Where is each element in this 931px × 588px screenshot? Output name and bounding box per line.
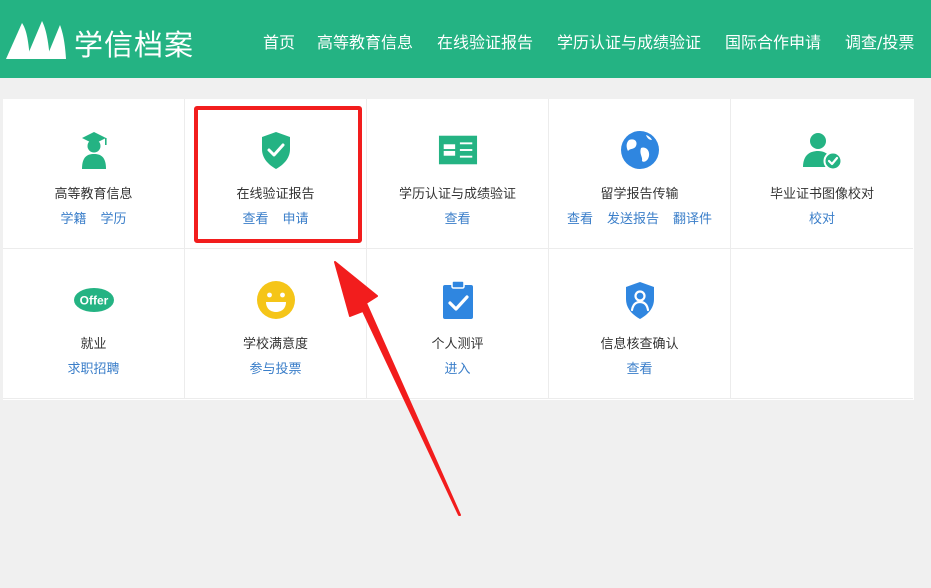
id-card-icon	[438, 135, 477, 165]
services-panel: 高等教育信息 学籍 学历 在线验证报告 查看 申请 学历认证与成绩验证 查看 留…	[3, 99, 914, 400]
service-links: 校对	[731, 208, 913, 227]
shield-user-icon	[625, 282, 654, 319]
link-view[interactable]: 查看	[242, 212, 268, 227]
link-view[interactable]: 查看	[567, 212, 593, 227]
service-empty-cell	[731, 249, 913, 399]
service-personal-assessment: 个人测评 进入	[367, 249, 549, 399]
service-links: 学籍 学历	[3, 208, 184, 227]
nav-degree-certification[interactable]: 学历认证与成绩验证	[557, 29, 701, 53]
link-enter[interactable]: 进入	[444, 362, 470, 377]
service-title: 留学报告传输	[600, 187, 679, 202]
svg-text:Offer: Offer	[79, 294, 108, 308]
service-title: 高等教育信息	[54, 187, 133, 202]
service-title: 信息核查确认	[600, 337, 679, 352]
shield-check-icon	[261, 132, 290, 169]
nav-higher-education[interactable]: 高等教育信息	[317, 29, 413, 53]
link-proofread[interactable]: 校对	[809, 212, 835, 227]
link-view[interactable]: 查看	[444, 212, 470, 227]
service-links: 求职招聘	[3, 358, 184, 377]
graduate-icon	[81, 132, 107, 169]
link-translation[interactable]: 翻译件	[673, 212, 712, 227]
service-employment: Offer 就业 求职招聘	[3, 249, 185, 399]
link-degree[interactable]: 学历	[101, 212, 127, 227]
service-links: 进入	[367, 358, 548, 377]
clipboard-check-icon	[442, 280, 473, 319]
nav-survey[interactable]: 调查/投票	[845, 29, 914, 53]
service-title: 就业	[80, 337, 107, 352]
nav-home[interactable]: 首页	[263, 29, 295, 53]
service-links: 参与投票	[185, 358, 366, 377]
service-online-verification: 在线验证报告 查看 申请	[185, 99, 367, 249]
link-apply[interactable]: 申请	[283, 212, 309, 227]
smiley-icon	[256, 281, 295, 319]
service-title: 在线验证报告	[236, 187, 315, 202]
nav-international[interactable]: 国际合作申请	[725, 29, 821, 53]
service-certificate-check: 毕业证书图像校对 校对	[731, 99, 913, 249]
logo-text[interactable]: 学信档案	[74, 22, 194, 64]
globe-icon	[620, 131, 659, 169]
service-title: 学历认证与成绩验证	[398, 187, 516, 202]
service-title: 学校满意度	[242, 337, 308, 352]
service-school-satisfaction: 学校满意度 参与投票	[185, 249, 367, 399]
service-links: 查看 发送报告 翻译件	[549, 208, 730, 227]
service-higher-education: 高等教育信息 学籍 学历	[3, 99, 185, 249]
link-student-status[interactable]: 学籍	[60, 212, 86, 227]
link-vote[interactable]: 参与投票	[249, 362, 301, 377]
link-view[interactable]: 查看	[626, 362, 652, 377]
top-header: 学信档案 首页 高等教育信息 在线验证报告 学历认证与成绩验证 国际合作申请 调…	[0, 0, 931, 78]
nav-online-verification[interactable]: 在线验证报告	[437, 29, 533, 53]
link-job-search[interactable]: 求职招聘	[67, 362, 119, 377]
user-check-icon	[803, 133, 843, 171]
service-degree-certification: 学历认证与成绩验证 查看	[367, 99, 549, 249]
service-links: 查看 申请	[185, 208, 366, 227]
service-links: 查看	[367, 208, 548, 227]
service-links: 查看	[549, 358, 730, 377]
service-info-verification: 信息核查确认 查看	[549, 249, 731, 399]
service-title: 毕业证书图像校对	[769, 187, 874, 202]
link-send-report[interactable]: 发送报告	[607, 212, 659, 227]
logo-icon[interactable]	[4, 17, 66, 61]
service-study-abroad-report: 留学报告传输 查看 发送报告 翻译件	[549, 99, 731, 249]
offer-icon: Offer	[73, 288, 114, 312]
service-title: 个人测评	[431, 337, 484, 352]
